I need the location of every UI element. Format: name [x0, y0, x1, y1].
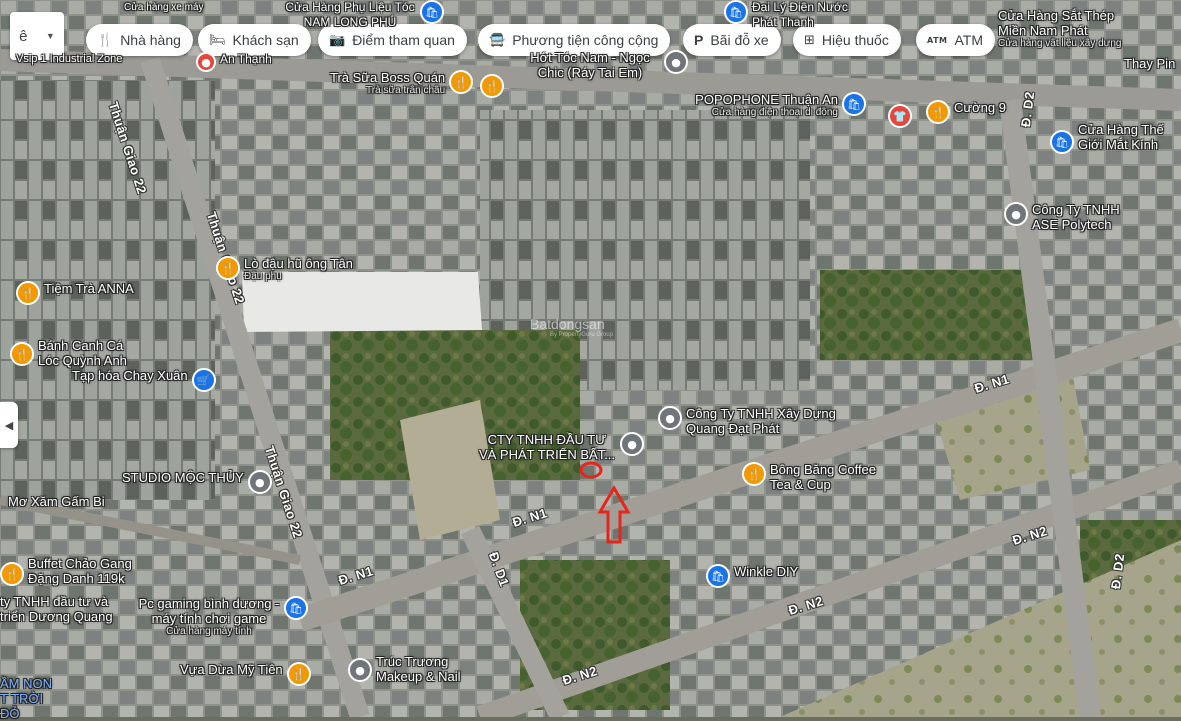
camera-icon: 📷: [329, 32, 346, 48]
shopping-icon: 🛍: [420, 0, 444, 24]
shopping-icon: 🛍: [1050, 130, 1074, 154]
food-icon: 🍴: [216, 256, 240, 280]
poi-mo-xam[interactable]: Mơ Xăm Gấm Bi: [0, 494, 105, 509]
atm-icon: ATM: [927, 35, 948, 45]
parking-icon: P: [694, 32, 704, 48]
poi-food[interactable]: 🍴: [480, 74, 504, 98]
bus-icon: 🚍: [489, 32, 506, 48]
place-icon: ●: [348, 658, 372, 682]
poi-studio[interactable]: STUDIO MỘC THỦY ●: [122, 470, 272, 494]
food-icon: 🍴: [480, 74, 504, 98]
poi-tiem-tra[interactable]: 🍴 Tiệm Trà ANNA: [16, 281, 134, 305]
poi-tra-sua-boss[interactable]: Trà Sữa Boss Quán Trà sữa trân châu 🍴: [330, 70, 474, 96]
food-icon: 🍴: [926, 100, 950, 124]
food-icon: 🍴: [286, 662, 311, 686]
shopping-icon: 🛍: [724, 0, 748, 24]
poi-dai-ly-dien[interactable]: 🛍 Đại Lý Điện Nước Phát Thanh: [724, 0, 862, 30]
poi-vua-dua[interactable]: Vựa Dừa Mỹ Tiên 🍴: [180, 662, 311, 686]
poi-bong-bang[interactable]: 🍴 Bông Băng Coffee Tea & Cup: [742, 462, 890, 492]
chip-atm[interactable]: ATM ATM: [916, 24, 996, 56]
language-label: ê: [19, 27, 28, 45]
poi-top-left[interactable]: Cửa hàng xe máy: [120, 0, 204, 15]
shopping-icon: 🛍: [706, 564, 730, 588]
pin-icon: ●: [196, 52, 216, 72]
food-icon: 🍴: [742, 462, 766, 486]
poi-mam-non[interactable]: ẦM NON T TRỜI ĐỎ: [0, 676, 60, 721]
poi-cty-dau-tu[interactable]: CTY TNHH ĐẦU TƯ VÀ PHÁT TRIỂN BẤT... ●: [478, 432, 644, 462]
clothing-icon: 👕: [888, 104, 912, 128]
poi-lo-dau-hu[interactable]: 🍴 Lò đậu hũ ông Tân Đậu phụ: [216, 256, 353, 282]
poi-pc-gaming[interactable]: Pc gaming bình dương - máy tính chơi gam…: [138, 596, 308, 637]
chevron-left-icon: ◀: [4, 419, 14, 432]
poi-sat-thep[interactable]: Cửa Hàng Sắt Thép Miền Nam Phát Cửa hàng …: [994, 8, 1128, 49]
pharmacy-icon: ⊞: [804, 32, 815, 48]
poi-buffet[interactable]: 🍴 Buffet Chảo Gang Đặng Danh 119k: [0, 556, 148, 586]
collapse-panel-button[interactable]: ◀: [0, 402, 18, 448]
poi-truc-truong[interactable]: ● Trúc Trương Makeup & Nail: [348, 654, 486, 684]
place-icon: ●: [247, 470, 272, 494]
shopping-cart-icon: 🛒: [191, 368, 216, 392]
place-icon: ●: [664, 50, 688, 74]
poi-vsip[interactable]: Vsip 1 Industrial Zone: [12, 52, 122, 67]
bed-icon: 🛏: [209, 32, 226, 48]
poi-banh-canh[interactable]: 🍴 Bánh Canh Cá Lóc Quỳnh Anh: [10, 338, 138, 368]
poi-duong-quang[interactable]: ty TNHH đầu tư và triển Dương Quang: [0, 594, 130, 624]
poi-phu-lieu-toc[interactable]: Cửa Hàng Phụ Liệu Tóc NAM LONG PHÚ 🛍: [276, 0, 444, 30]
shopping-icon: 🛍: [284, 596, 308, 620]
place-icon: ●: [620, 432, 644, 456]
food-icon: 🍴: [449, 70, 474, 94]
poi-popophone[interactable]: POPOPHONE Thuận An Cửa hàng điện thoại di…: [688, 92, 866, 118]
food-icon: 🍴: [0, 562, 24, 586]
shopping-icon: 🛍: [842, 92, 866, 116]
place-icon: ●: [658, 406, 682, 430]
poi-winkle[interactable]: 🛍 Winkle DIY: [706, 564, 798, 588]
poi-xay-dung[interactable]: ● Công Ty TNHH Xây Dựng Quang Đạt Phát: [658, 406, 836, 436]
poi-cuong-9[interactable]: 🍴 Cường 9: [926, 100, 1006, 124]
food-icon: 🍴: [10, 342, 34, 366]
poi-an-thanh[interactable]: ● An Thạnh: [196, 52, 272, 72]
poi-mat-kinh[interactable]: 🛍 Cửa Hàng Thế Giới Mắt Kính: [1050, 122, 1178, 154]
poi-hot-toc[interactable]: Hớt Tóc Nam - Ngọc Chic (Ráy Tai Em) ●: [520, 50, 688, 80]
poi-tap-hoa[interactable]: Tạp hóa Chay Xuân 🛒: [72, 368, 216, 392]
food-icon: 🍴: [16, 281, 40, 305]
poi-red[interactable]: 👕: [888, 104, 912, 128]
place-icon: ●: [1004, 202, 1028, 226]
dropdown-arrow-icon: ▼: [45, 31, 55, 41]
watermark: Batdongsan By PropertyGuru Group: [530, 316, 614, 338]
poi-thay-pin[interactable]: Thay Pin: [1120, 56, 1175, 71]
poi-ase[interactable]: ● Công Ty TNHH ASE Polytech: [1004, 202, 1132, 232]
fork-knife-icon: 🍴: [97, 32, 114, 48]
